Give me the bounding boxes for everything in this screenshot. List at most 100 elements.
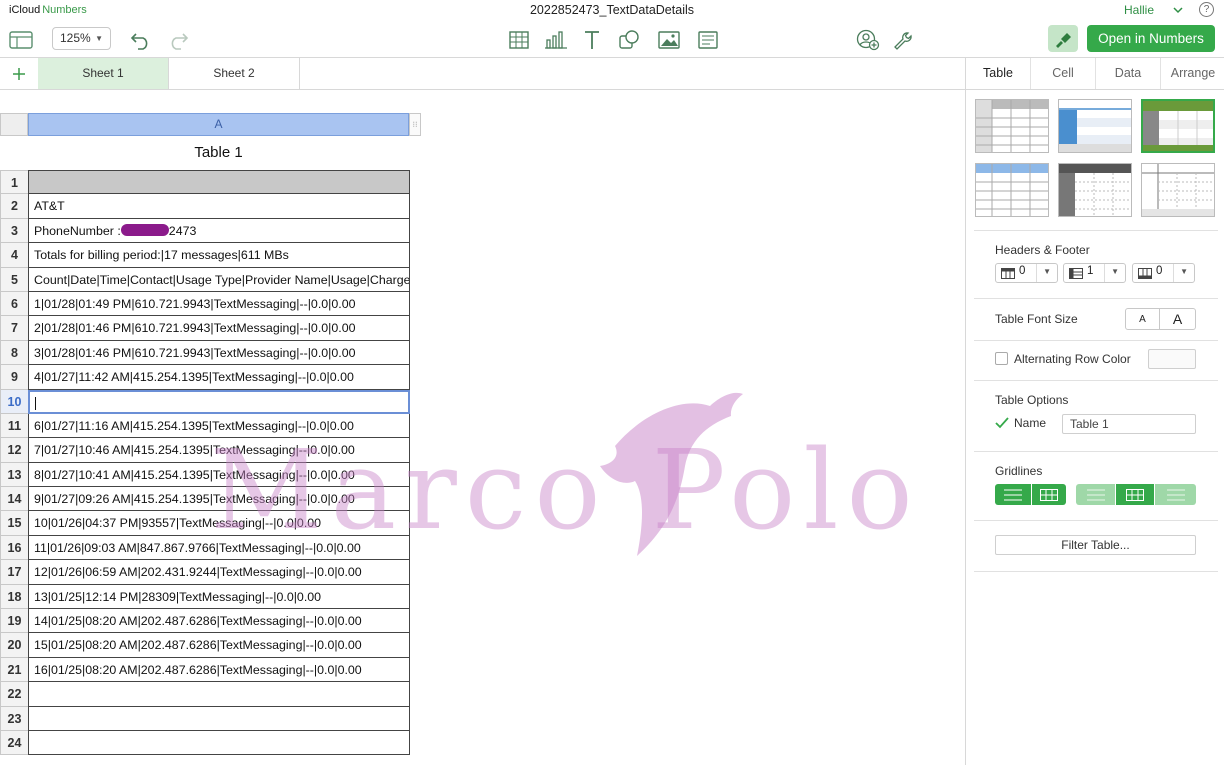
- font-size-decrease-button[interactable]: A: [1125, 308, 1160, 330]
- row-header[interactable]: 15: [0, 511, 29, 536]
- media-insert-icon[interactable]: [657, 28, 681, 52]
- format-button[interactable]: [1048, 25, 1078, 52]
- column-resize-handle[interactable]: ⁝⁝: [409, 113, 421, 136]
- table-cell[interactable]: 7|01/27|10:46 AM|415.254.1395|TextMessag…: [28, 438, 410, 463]
- table-insert-icon[interactable]: [507, 28, 531, 52]
- redo-icon[interactable]: [166, 28, 190, 52]
- tab-sheet-2[interactable]: Sheet 2: [169, 58, 300, 89]
- column-header-a[interactable]: A: [28, 113, 409, 136]
- selected-cell[interactable]: [28, 389, 410, 414]
- table-cell[interactable]: 11|01/26|09:03 AM|847.867.9766|TextMessa…: [28, 535, 410, 561]
- row-header[interactable]: 14: [0, 487, 29, 512]
- gridlines-header-columns-button[interactable]: [1116, 484, 1154, 505]
- sidebar-toggle-icon[interactable]: [8, 28, 34, 52]
- wrench-icon[interactable]: [891, 28, 913, 52]
- tab-sheet-1[interactable]: Sheet 1: [38, 58, 169, 89]
- undo-icon[interactable]: [129, 28, 153, 52]
- alternating-row-checkbox[interactable]: [995, 352, 1008, 365]
- comment-insert-icon[interactable]: [696, 28, 720, 52]
- chevron-down-icon[interactable]: [1172, 3, 1184, 21]
- table-style-1[interactable]: [975, 99, 1049, 153]
- table-cell[interactable]: AT&T: [28, 194, 410, 219]
- table-cell[interactable]: PhoneNumber : 2473: [28, 218, 410, 244]
- table-cell[interactable]: 15|01/25|08:20 AM|202.487.6286|TextMessa…: [28, 633, 410, 658]
- table-cell[interactable]: 14|01/25|08:20 AM|202.487.6286|TextMessa…: [28, 609, 410, 634]
- font-size-increase-button[interactable]: A: [1159, 308, 1196, 330]
- row-header[interactable]: 10: [0, 389, 29, 414]
- table-cell[interactable]: 10|01/26|04:37 PM|93557|TextMessaging|--…: [28, 511, 410, 536]
- row-header[interactable]: 12: [0, 438, 29, 463]
- row-header[interactable]: 7: [0, 316, 29, 341]
- zoom-select[interactable]: 125% ▼: [52, 27, 111, 50]
- table-cell[interactable]: 1|01/28|01:49 PM|610.721.9943|TextMessag…: [28, 291, 410, 317]
- chart-insert-icon[interactable]: [544, 28, 568, 52]
- table-cell[interactable]: Count|Date|Time|Contact|Usage Type|Provi…: [28, 267, 410, 292]
- open-in-numbers-button[interactable]: Open in Numbers: [1087, 25, 1215, 52]
- row-header[interactable]: 20: [0, 633, 29, 658]
- table-cell[interactable]: 9|01/27|09:26 AM|415.254.1395|TextMessag…: [28, 487, 410, 512]
- table-style-3[interactable]: [1141, 99, 1215, 153]
- tab-arrange[interactable]: Arrange: [1161, 58, 1224, 89]
- table-style-2[interactable]: [1058, 99, 1132, 153]
- shape-insert-icon[interactable]: [617, 28, 641, 52]
- user-menu[interactable]: Hallie: [1124, 3, 1154, 17]
- row-header[interactable]: 8: [0, 340, 29, 366]
- tab-data[interactable]: Data: [1096, 58, 1160, 89]
- document-title[interactable]: 2022852473_TextDataDetails: [0, 3, 1224, 17]
- table-style-4[interactable]: [975, 163, 1049, 217]
- tab-cell[interactable]: Cell: [1031, 58, 1095, 89]
- row-header[interactable]: 5: [0, 267, 29, 292]
- row-header[interactable]: 2: [0, 194, 29, 219]
- table-cell[interactable]: 13|01/25|12:14 PM|28309|TextMessaging|--…: [28, 584, 410, 610]
- table-style-6[interactable]: [1141, 163, 1215, 217]
- sheet-tab-bar: Sheet 1 Sheet 2: [0, 58, 965, 90]
- gridlines-header-rows-button[interactable]: [1076, 484, 1115, 505]
- row-header[interactable]: 3: [0, 218, 29, 244]
- table-cell[interactable]: 4|01/27|11:42 AM|415.254.1395|TextMessag…: [28, 365, 410, 390]
- row-header[interactable]: 23: [0, 706, 29, 731]
- table-cell[interactable]: [28, 170, 410, 195]
- checkmark-icon[interactable]: [995, 416, 1009, 434]
- table-cell[interactable]: Totals for billing period:|17 messages|6…: [28, 243, 410, 268]
- row-header[interactable]: 18: [0, 584, 29, 610]
- gridlines-horizontal-body-button[interactable]: [995, 484, 1031, 505]
- sheet-canvas[interactable]: A ⁝⁝ Table 1 1 2 3 4 5 6 7 8 9 10 11 12 13 14 15 16 17 18…: [0, 90, 965, 765]
- table-cell[interactable]: 2|01/28|01:46 PM|610.721.9943|TextMessag…: [28, 316, 410, 341]
- table-style-5[interactable]: [1058, 163, 1132, 217]
- gridlines-footer-rows-button[interactable]: [1155, 484, 1196, 505]
- row-header[interactable]: 16: [0, 535, 29, 561]
- gridlines-vertical-body-button[interactable]: [1032, 484, 1066, 505]
- row-header[interactable]: 19: [0, 609, 29, 634]
- table-corner-handle[interactable]: [0, 113, 28, 136]
- row-header[interactable]: 1: [0, 170, 29, 195]
- row-header[interactable]: 17: [0, 560, 29, 585]
- row-header[interactable]: 4: [0, 243, 29, 268]
- table-name-field[interactable]: Table 1: [1062, 414, 1196, 434]
- table-title[interactable]: Table 1: [28, 136, 409, 170]
- table-cell[interactable]: 12|01/26|06:59 AM|202.431.9244|TextMessa…: [28, 560, 410, 585]
- tab-table[interactable]: Table: [966, 58, 1030, 89]
- add-sheet-icon[interactable]: [0, 58, 38, 89]
- header-columns-stepper[interactable]: 1 ▼: [1063, 263, 1126, 283]
- row-header[interactable]: 24: [0, 730, 29, 756]
- help-icon[interactable]: ?: [1199, 2, 1214, 17]
- row-header[interactable]: 9: [0, 365, 29, 390]
- row-header[interactable]: 13: [0, 462, 29, 488]
- table-cell[interactable]: 6|01/27|11:16 AM|415.254.1395|TextMessag…: [28, 413, 410, 439]
- table-cell[interactable]: [28, 730, 410, 756]
- table-cell[interactable]: 16|01/25|08:20 AM|202.487.6286|TextMessa…: [28, 657, 410, 683]
- row-header[interactable]: 21: [0, 657, 29, 683]
- table-cell[interactable]: 8|01/27|10:41 AM|415.254.1395|TextMessag…: [28, 462, 410, 488]
- table-cell[interactable]: [28, 682, 410, 707]
- row-header[interactable]: 11: [0, 413, 29, 439]
- footer-rows-stepper[interactable]: 0 ▼: [1132, 263, 1195, 283]
- collaborate-icon[interactable]: [855, 28, 881, 52]
- header-rows-stepper[interactable]: 0 ▼: [995, 263, 1058, 283]
- table-cell[interactable]: 3|01/28|01:46 PM|610.721.9943|TextMessag…: [28, 340, 410, 366]
- alternating-row-color-well[interactable]: [1148, 349, 1196, 369]
- row-header[interactable]: 22: [0, 682, 29, 707]
- filter-table-button[interactable]: Filter Table...: [995, 535, 1196, 555]
- text-insert-icon[interactable]: [581, 28, 603, 52]
- row-header[interactable]: 6: [0, 291, 29, 317]
- table-cell[interactable]: [28, 706, 410, 731]
